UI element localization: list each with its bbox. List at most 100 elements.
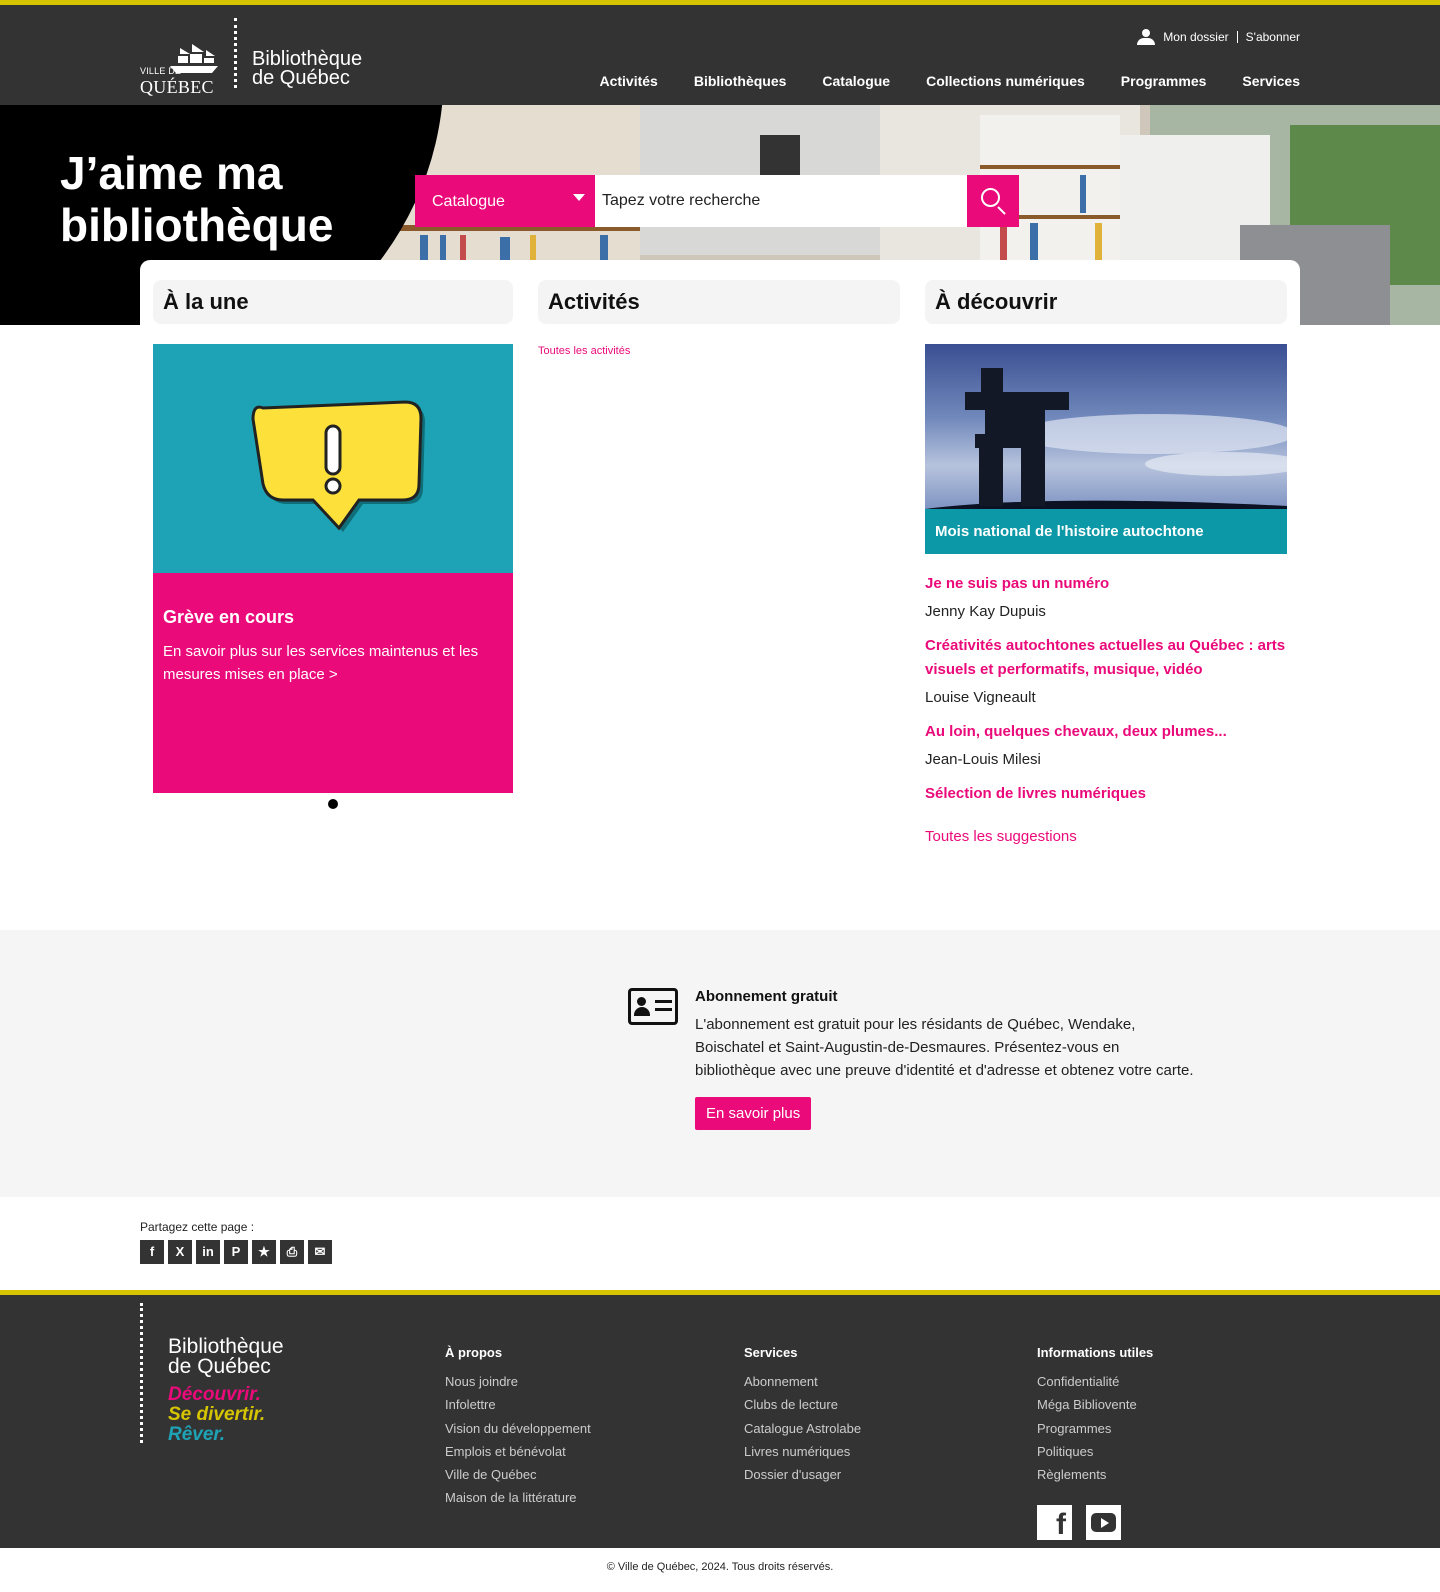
site-header: VILLE DE QUÉBEC Bibliothèque de Québec M… — [0, 0, 1440, 105]
footer-link[interactable]: Politiques — [1037, 1440, 1153, 1463]
hero-title: J’aime ma bibliothèque — [60, 147, 333, 251]
suggestion-title[interactable]: Je ne suis pas un numéro — [925, 572, 1287, 596]
tagline-se-divertir: Se divertir. — [168, 1404, 266, 1425]
nav-activites[interactable]: Activités — [599, 73, 657, 89]
subscription-text: Abonnement gratuit L'abonnement est grat… — [695, 988, 1195, 1130]
footer-link[interactable]: Confidentialité — [1037, 1370, 1153, 1393]
decouvrir-caption[interactable]: Mois national de l'histoire autochtone — [925, 509, 1287, 554]
heading-activites: Activités — [538, 280, 900, 324]
footer-link[interactable]: Abonnement — [744, 1370, 861, 1393]
x-icon[interactable]: X — [168, 1240, 192, 1264]
utility-separator — [1236, 31, 1238, 43]
site-footer: Bibliothèque de Québec Découvrir. Se div… — [0, 1290, 1440, 1548]
footer-link[interactable]: Maison de la littérature — [445, 1486, 591, 1509]
logo-divider — [234, 18, 237, 88]
footer-column-title: À propos — [445, 1345, 503, 1360]
footer-link[interactable]: Livres numériques — [744, 1440, 861, 1463]
logo-bibliotheque: Bibliothèque de Québec — [252, 49, 362, 89]
subscription-section: Abonnement gratuit L'abonnement est grat… — [0, 930, 1440, 1197]
utility-nav: Mon dossier S'abonner — [1137, 29, 1300, 45]
subscription-title: Abonnement gratuit — [695, 988, 838, 1005]
footer-column-a-propos: À propos Nous joindre Infolettre Vision … — [445, 1345, 591, 1510]
suggestion-author: Jenny Kay Dupuis — [925, 603, 1046, 620]
suggestion-author: Louise Vigneault — [925, 689, 1036, 706]
footer-logo-line1: Bibliothèque — [168, 1335, 284, 1358]
subscription-description: L'abonnement est gratuit pour les résida… — [695, 1016, 1194, 1079]
suggestion-title[interactable]: Au loin, quelques chevaux, deux plumes..… — [925, 720, 1287, 744]
search-bar: Catalogue — [415, 175, 1019, 227]
share-icons: f X in P ★ ⎙ ✉ — [140, 1240, 332, 1264]
nav-services[interactable]: Services — [1242, 73, 1300, 89]
nav-catalogue[interactable]: Catalogue — [822, 73, 890, 89]
id-card-icon — [628, 988, 678, 1025]
nav-bibliotheques[interactable]: Bibliothèques — [694, 73, 787, 89]
footer-link[interactable]: Catalogue Astrolabe — [744, 1417, 861, 1440]
footer-link[interactable]: Nous joindre — [445, 1370, 591, 1393]
my-account-link[interactable]: Mon dossier — [1163, 30, 1228, 44]
search-icon — [981, 188, 1000, 207]
alert-slide-title: Grève en cours — [163, 607, 295, 627]
facebook-icon[interactable]: f — [140, 1240, 164, 1264]
nav-collections-numeriques[interactable]: Collections numériques — [926, 73, 1085, 89]
email-icon[interactable]: ✉ — [308, 1240, 332, 1264]
logo-quebec: QUÉBEC — [140, 77, 214, 97]
user-icon — [1137, 29, 1156, 45]
linkedin-icon[interactable]: in — [196, 1240, 220, 1264]
share-bar: Partagez cette page : f X in P ★ ⎙ ✉ — [140, 1220, 332, 1264]
logo-line2: de Québec — [252, 67, 350, 89]
share-label: Partagez cette page : — [140, 1220, 255, 1234]
heading-a-decouvrir: À découvrir — [925, 280, 1287, 324]
main-nav: Activités Bibliothèques Catalogue Collec… — [563, 73, 1300, 89]
footer-link[interactable]: Vision du développement — [445, 1417, 591, 1440]
nav-programmes[interactable]: Programmes — [1121, 73, 1207, 89]
suggestion-title[interactable]: Sélection de livres numériques — [925, 782, 1287, 806]
footer-link[interactable]: Emplois et bénévolat — [445, 1440, 591, 1463]
bookmark-icon[interactable]: ★ — [252, 1240, 276, 1264]
pinterest-icon[interactable]: P — [224, 1240, 248, 1264]
learn-more-button[interactable]: En savoir plus — [695, 1097, 812, 1130]
exclamation-bubble-icon — [251, 400, 425, 532]
footer-divider — [140, 1303, 143, 1443]
footer-tagline: Découvrir. Se divertir. Rêver. — [168, 1385, 265, 1445]
tagline-decouvrir: Découvrir. — [168, 1384, 261, 1405]
footer-link[interactable]: Méga Bibliovente — [1037, 1393, 1153, 1416]
subscribe-link[interactable]: S'abonner — [1246, 30, 1300, 44]
footer-logo[interactable]: Bibliothèque de Québec — [168, 1335, 284, 1378]
footer-logo-line2: de Québec — [168, 1355, 271, 1378]
footer-link[interactable]: Règlements — [1037, 1463, 1153, 1486]
logo-ville-de: VILLE DE — [140, 66, 182, 76]
suggestions-list: Je ne suis pas un numéro Jenny Kay Dupui… — [925, 572, 1287, 845]
tagline-rever: Rêver. — [168, 1424, 226, 1445]
footer-link[interactable]: Dossier d'usager — [744, 1463, 861, 1486]
footer-link[interactable]: Programmes — [1037, 1417, 1153, 1440]
hero-title-line2: bibliothèque — [60, 199, 334, 251]
all-suggestions-link[interactable]: Toutes les suggestions — [925, 828, 1287, 845]
footer-link[interactable]: Clubs de lecture — [744, 1393, 861, 1416]
alert-slide-content[interactable]: Grève en cours En savoir plus sur les se… — [153, 573, 513, 793]
ville-de-quebec-logo: VILLE DE QUÉBEC — [140, 22, 222, 97]
search-button[interactable] — [967, 175, 1019, 227]
suggestion-author: Jean-Louis Milesi — [925, 751, 1041, 768]
footer-column-title: Informations utiles — [1037, 1345, 1154, 1360]
footer-column-title: Services — [744, 1345, 798, 1360]
search-input[interactable] — [595, 175, 967, 227]
carousel-dot[interactable] — [328, 799, 338, 809]
search-scope-select[interactable]: Catalogue — [415, 175, 595, 227]
footer-link[interactable]: Infolettre — [445, 1393, 591, 1416]
alert-slide-image[interactable] — [153, 344, 513, 573]
heading-a-la-une: À la une — [153, 280, 513, 324]
footer-column-informations: Informations utiles Confidentialité Méga… — [1037, 1345, 1153, 1486]
alert-slide-text: En savoir plus sur les services maintenu… — [163, 643, 479, 683]
footer-column-services: Services Abonnement Clubs de lecture Cat… — [744, 1345, 861, 1486]
suggestion-title[interactable]: Créativités autochtones actuelles au Qué… — [925, 634, 1287, 682]
all-activities-link[interactable]: Toutes les activités — [538, 345, 630, 357]
footer-link[interactable]: Ville de Québec — [445, 1463, 591, 1486]
youtube-icon[interactable] — [1086, 1505, 1121, 1540]
social-links: f — [1037, 1505, 1121, 1541]
copyright: © Ville de Québec, 2024. Tous droits rés… — [606, 1561, 834, 1573]
site-logo[interactable]: VILLE DE QUÉBEC Bibliothèque de Québec — [140, 14, 362, 97]
hero-title-line1: J’aime ma — [60, 147, 283, 199]
main-content: À la une Activités À découvrir Grève en … — [140, 260, 1300, 900]
print-icon[interactable]: ⎙ — [280, 1240, 304, 1264]
facebook-icon[interactable]: f — [1037, 1505, 1072, 1541]
